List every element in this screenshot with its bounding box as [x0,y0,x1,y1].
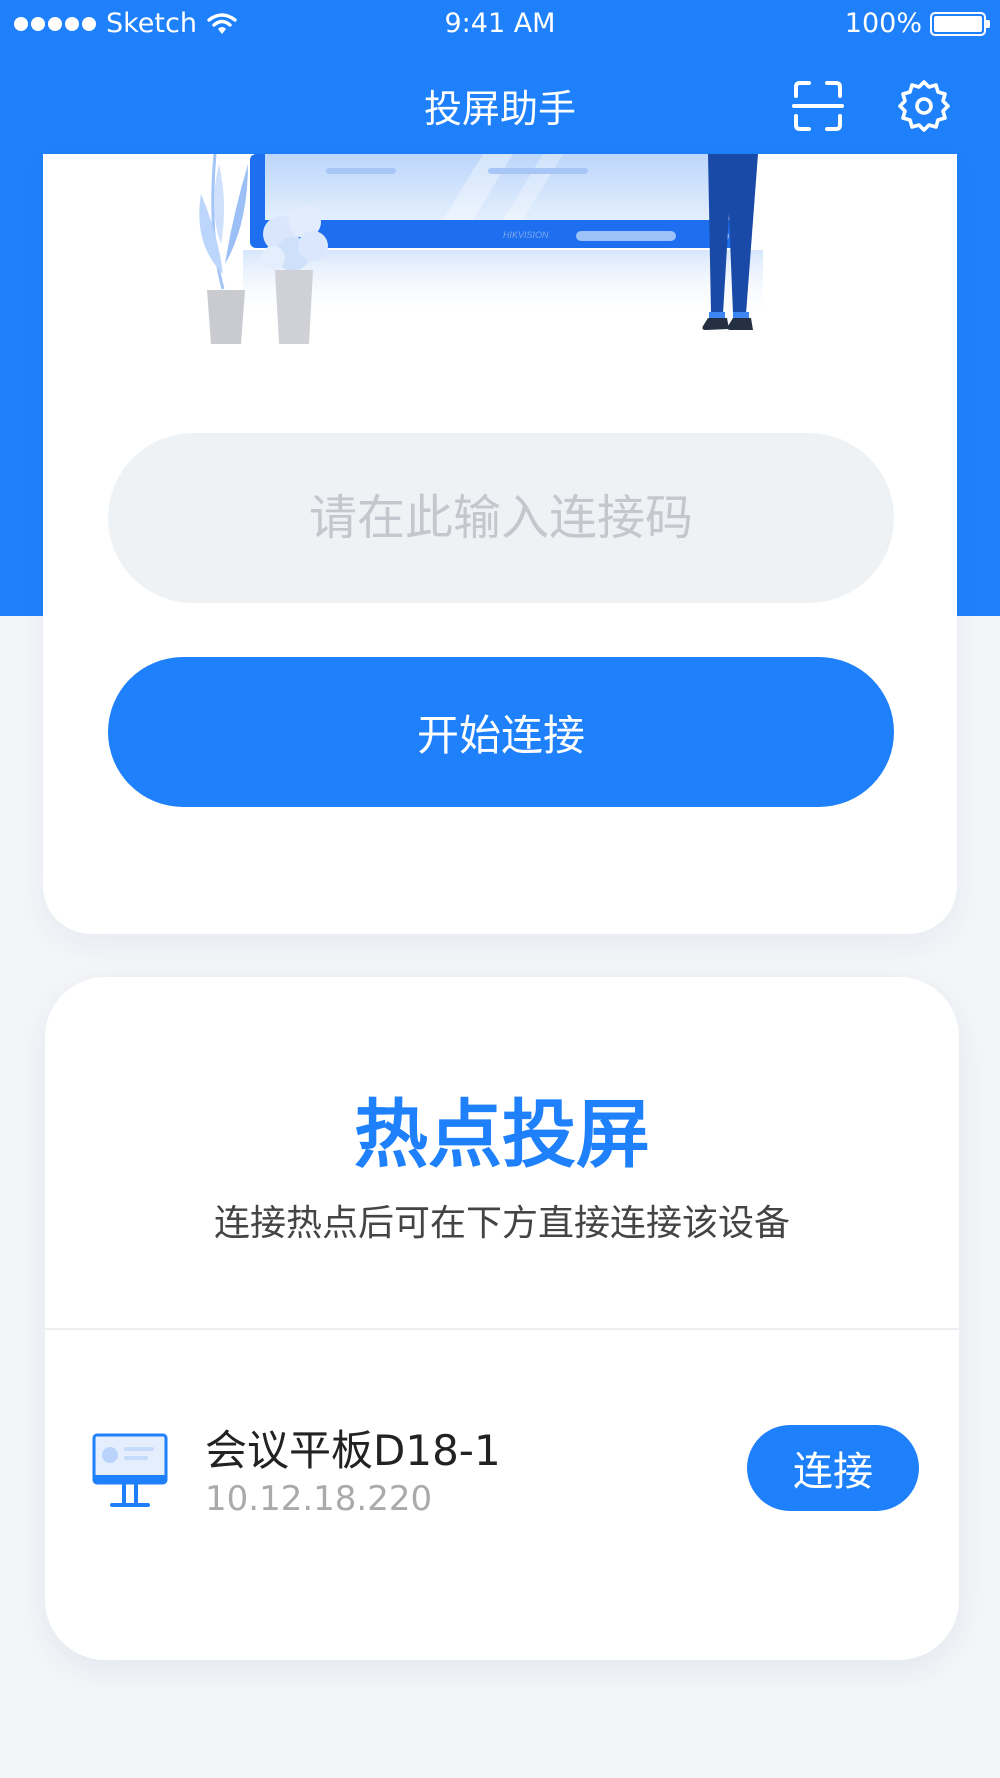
device-connect-label: 连接 [793,1449,873,1495]
status-bar: Sketch 9:41 AM 100% [0,0,1000,50]
hotspot-cast-card: 热点投屏 连接热点后可在下方直接连接该设备 会议平板D18-1 10.12.18… [45,977,959,1660]
battery-icon [930,11,990,36]
svg-text:HIKVISION: HIKVISION [503,230,549,240]
device-name: 会议平板D18-1 [205,1426,501,1475]
scan-icon[interactable] [790,78,846,134]
gear-icon[interactable] [896,78,952,134]
device-ip: 10.12.18.220 [205,1479,433,1519]
device-list-item: 会议平板D18-1 10.12.18.220 连接 [45,1417,959,1537]
status-right: 100% [844,8,990,39]
start-connect-label: 开始连接 [416,710,585,760]
screen-share-illustration: HIKVISION [199,154,763,344]
monitor-icon [92,1433,168,1507]
navigation-bar: 投屏助手 [0,56,1000,152]
device-connect-button[interactable]: 连接 [747,1425,919,1511]
start-connect-button[interactable]: 开始连接 [108,657,894,807]
hotspot-title: 热点投屏 [354,1092,650,1178]
hotspot-subtitle: 连接热点后可在下方直接连接该设备 [213,1203,790,1244]
page-title: 投屏助手 [423,87,576,131]
divider [45,1328,959,1330]
connect-code-card: HIKVISION 开始连接 [43,154,957,934]
connection-code-input[interactable] [108,433,894,603]
battery-percentage: 100% [844,8,922,39]
